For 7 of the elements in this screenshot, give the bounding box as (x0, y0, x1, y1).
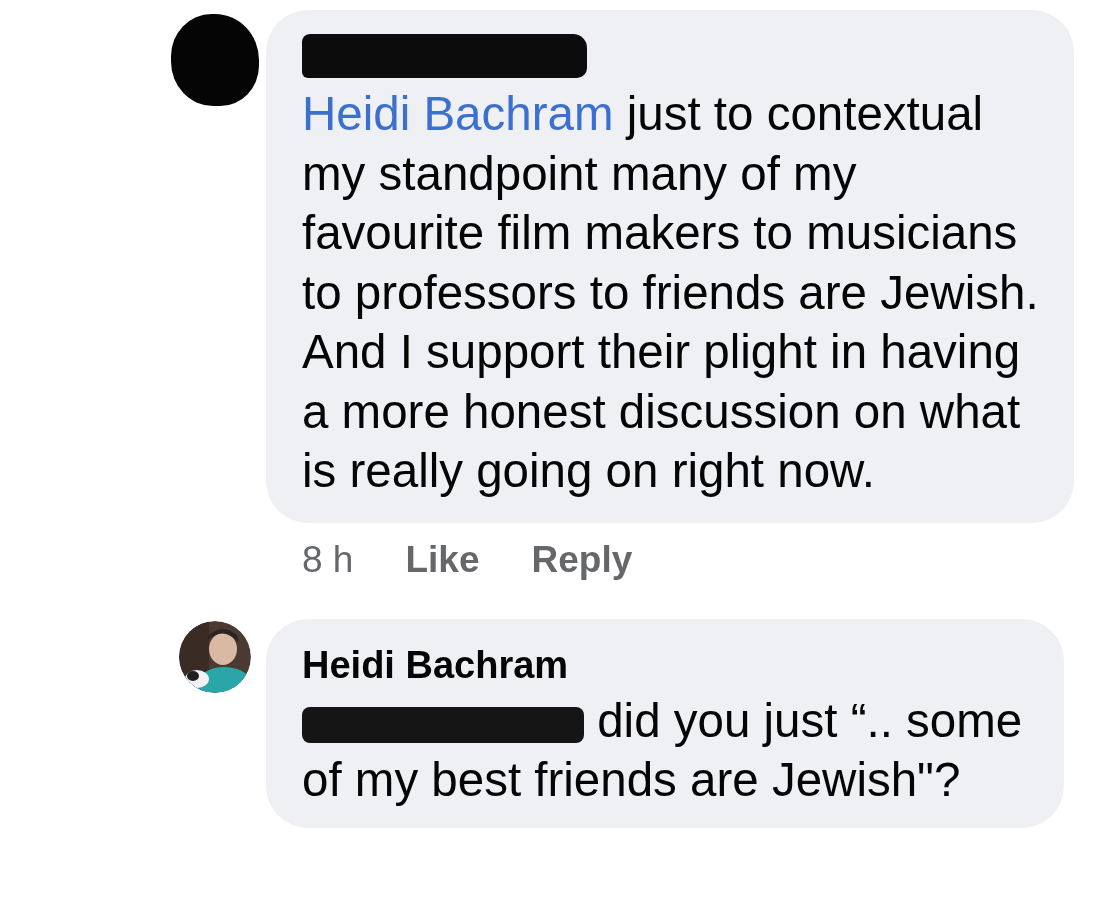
comment-text: did you just “.. some of my best friends are Jewish"? (302, 692, 1024, 808)
action-link[interactable]: Reply (531, 538, 633, 581)
author-name[interactable]: Heidi Bachram (302, 642, 1032, 687)
mention-link[interactable]: Heidi Bachram (302, 87, 614, 140)
action-link[interactable]: Like (405, 538, 480, 581)
comment-text: Heidi Bachram just to contextual my standpoint many of my favourite film makers to musicians to professors to friends are Jewish. And I support their plight in having a more honest discussion on what is really going on right now. (302, 86, 1040, 499)
timestamp: 8 h (302, 538, 354, 581)
